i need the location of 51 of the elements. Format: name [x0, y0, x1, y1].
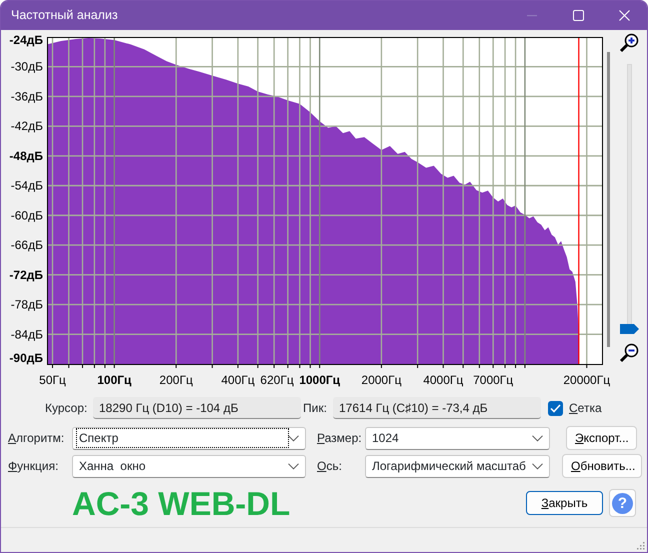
y-axis-label: -48дБ — [9, 148, 43, 163]
y-axis-label: -54дБ — [10, 178, 43, 193]
cursor-label: Курсор: — [45, 400, 88, 417]
scrollbar[interactable] — [607, 52, 610, 347]
y-axis-label: -78дБ — [10, 298, 43, 312]
y-axis-label: -36дБ — [10, 89, 43, 104]
grid-label: Сетка — [569, 400, 602, 417]
x-axis-label: 20000Гц — [563, 373, 610, 387]
export-button[interactable]: Экспорт... — [566, 426, 637, 450]
size-label: Размер: — [317, 430, 363, 447]
chevron-icon — [288, 462, 299, 470]
y-axis-label: -90дБ — [9, 351, 43, 365]
y-axis-label: -24дБ — [9, 33, 43, 47]
cursor-field[interactable]: 18290 Гц (D10) = -104 дБ — [93, 397, 301, 419]
refresh-button[interactable]: Обновить... — [562, 454, 642, 478]
x-axis-label: 400Гц — [221, 373, 255, 387]
x-axis-label: 2000Гц — [361, 373, 402, 387]
y-axis-label: -60дБ — [10, 208, 43, 222]
axis-dropdown[interactable]: Логарифмический масштаб — [365, 454, 550, 478]
function-label: Функция: — [8, 458, 60, 475]
algorithm-dropdown[interactable]: Спектр — [72, 426, 306, 450]
chevron-icon — [532, 434, 543, 442]
window-title: Частотный анализ — [11, 7, 119, 24]
x-axis-label: 1000Гц — [299, 373, 340, 387]
peak-field[interactable]: 17614 Гц (C♯10) = -73,4 дБ — [333, 397, 541, 419]
resize-grip-icon[interactable] — [637, 542, 645, 550]
x-axis-label: 620Гц — [260, 373, 294, 387]
zoom-out-icon[interactable] — [619, 343, 639, 363]
x-axis-label: 7000Гц — [473, 373, 514, 387]
zoom-slider[interactable] — [620, 64, 638, 334]
chevron-icon — [532, 462, 543, 470]
size-dropdown[interactable]: 1024 — [365, 426, 550, 450]
x-axis-label: 100Гц — [97, 373, 132, 387]
y-axis-label: -42дБ — [10, 119, 43, 134]
grid-checkbox[interactable] — [548, 400, 563, 416]
axis-label: Ось: — [317, 458, 343, 475]
chevron-icon — [288, 434, 299, 442]
caption-text: AC-3 WEB-DL — [72, 486, 292, 520]
x-axis-label: 200Гц — [159, 373, 193, 387]
zoom-in-icon[interactable] — [619, 33, 639, 53]
function-dropdown[interactable]: Ханна окно — [72, 454, 306, 478]
y-axis-label: -66дБ — [10, 238, 43, 252]
slider-thumb[interactable] — [620, 324, 638, 334]
y-axis-label: -30дБ — [10, 60, 43, 74]
peak-label: Пик: — [303, 400, 328, 417]
y-axis-label: -72дБ — [9, 268, 43, 282]
close-dialog-button[interactable]: Закрыть — [526, 491, 603, 515]
algorithm-label: Алгоритм: — [8, 430, 66, 447]
x-axis-label: 4000Гц — [423, 373, 464, 387]
x-axis-label: 50Гц — [39, 373, 66, 387]
y-axis-label: -84дБ — [10, 327, 43, 342]
